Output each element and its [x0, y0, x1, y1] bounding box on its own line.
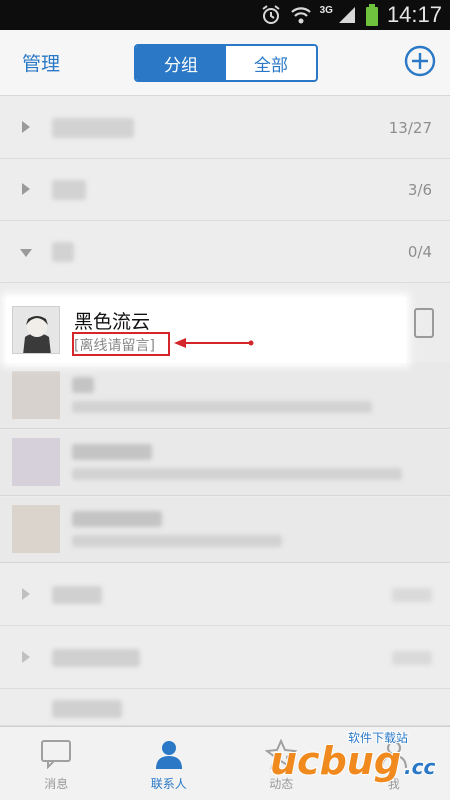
contact-name: 黑色流云 — [74, 311, 151, 333]
contact-list: 13/27 3/6 0/4 — [0, 97, 450, 283]
phone-icon — [414, 308, 434, 338]
chat-bubble-icon — [41, 740, 72, 769]
list-item[interactable] — [0, 430, 450, 496]
signal-icon — [338, 7, 355, 23]
group-row[interactable] — [0, 627, 450, 689]
blurred-text — [72, 444, 152, 460]
group-row[interactable] — [0, 690, 450, 726]
blurred-text — [72, 535, 282, 547]
battery-icon — [365, 4, 378, 26]
add-icon[interactable] — [404, 45, 436, 77]
person-icon — [155, 741, 182, 769]
blurred-text — [52, 649, 140, 667]
header: 管理 分组 全部 — [0, 30, 450, 96]
blurred-text — [72, 401, 372, 413]
blurred-text — [52, 586, 102, 604]
wifi-icon — [290, 7, 311, 24]
list-item[interactable] — [0, 497, 450, 563]
watermark-text: ucbug — [270, 739, 401, 783]
collapse-arrow-icon — [22, 121, 30, 133]
avatar — [12, 306, 60, 354]
blurred-text — [392, 588, 432, 602]
avatar — [12, 438, 60, 486]
collapse-arrow-icon — [22, 651, 30, 663]
highlighted-contact-row[interactable]: 黑色流云 [离线请留言] — [6, 297, 406, 363]
blurred-text — [392, 651, 432, 665]
watermark-suffix: .cc — [404, 755, 435, 779]
alarm-icon — [261, 5, 280, 24]
group-row[interactable] — [0, 564, 450, 626]
group-row[interactable]: 3/6 — [0, 159, 450, 221]
blurred-text — [72, 377, 94, 393]
group-count: 3/6 — [407, 180, 432, 199]
list-item[interactable] — [0, 363, 450, 429]
group-row-expanded[interactable]: 0/4 — [0, 221, 450, 283]
view-segmented-control: 分组 全部 — [134, 44, 318, 82]
manage-button[interactable]: 管理 — [22, 49, 60, 76]
group-name-blurred — [52, 117, 134, 138]
watermark-subtext: 软件下载站 — [348, 731, 408, 745]
blurred-text — [72, 468, 402, 480]
tab-contacts[interactable]: 联系人 — [113, 727, 226, 800]
group-row[interactable]: 13/27 — [0, 97, 450, 159]
expand-arrow-icon — [20, 249, 32, 257]
collapse-arrow-icon — [22, 588, 30, 600]
group-count: 13/27 — [388, 118, 432, 137]
collapse-arrow-icon — [22, 183, 30, 195]
avatar — [12, 505, 60, 553]
tab-label: 联系人 — [150, 777, 187, 791]
status-bar: 3G 14:17 — [0, 0, 450, 30]
annotation-arrow-icon — [174, 338, 254, 348]
tab-messages[interactable]: 消息 — [0, 727, 113, 800]
group-name-blurred — [52, 179, 86, 200]
avatar — [12, 371, 60, 419]
group-count: 0/4 — [407, 242, 432, 261]
network-type: 3G — [319, 4, 333, 16]
clock: 14:17 — [386, 2, 442, 27]
group-name-blurred — [52, 241, 74, 262]
tab-all-view[interactable]: 全部 — [226, 46, 316, 80]
tab-label: 消息 — [44, 777, 69, 791]
blurred-text — [72, 511, 162, 527]
watermark-logo: ucbug .cc 软件下载站 — [269, 730, 436, 784]
annotation-box — [72, 332, 170, 356]
tab-group-view[interactable]: 分组 — [136, 46, 226, 80]
blurred-text — [52, 700, 122, 718]
